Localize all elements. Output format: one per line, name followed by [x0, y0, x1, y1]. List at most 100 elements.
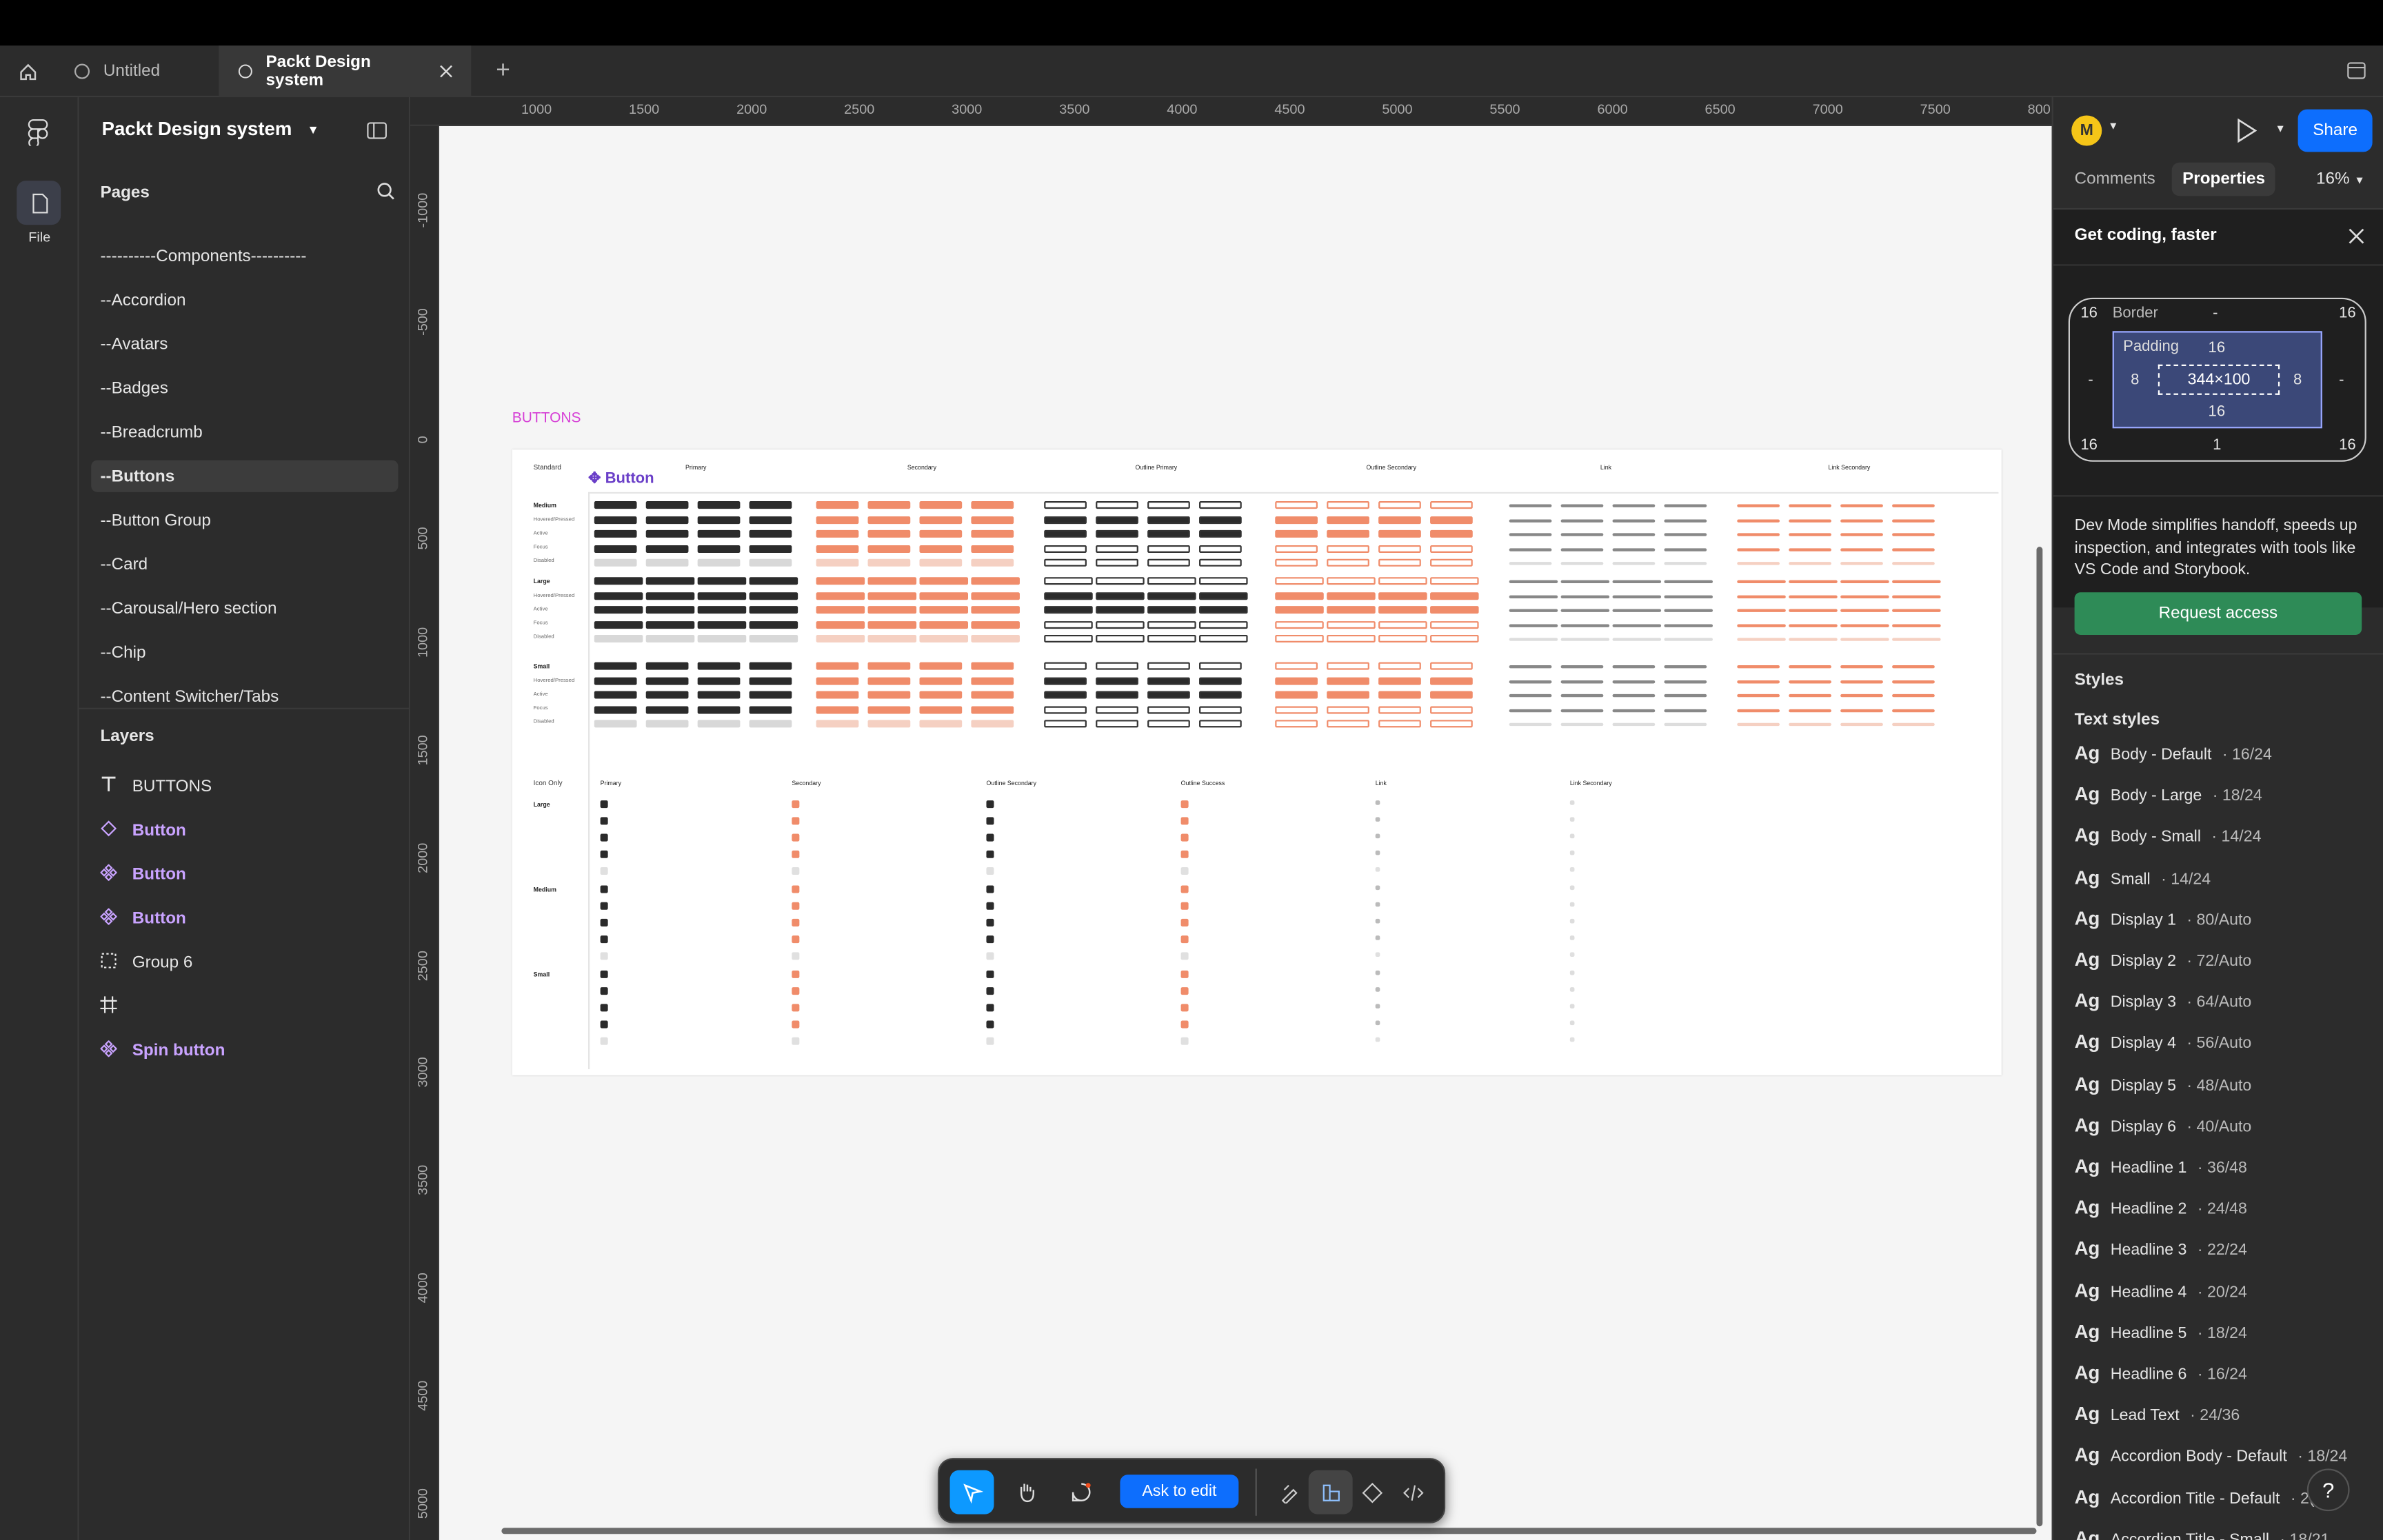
code-icon	[1402, 1484, 1423, 1500]
button-thumbnail	[971, 720, 1014, 728]
layer-item[interactable]: Group 6	[91, 946, 398, 980]
home-tab[interactable]	[0, 45, 54, 97]
tab-packt-design-system[interactable]: Packt Design system	[219, 45, 472, 98]
icon-button-thumbnail	[986, 833, 994, 842]
button-thumbnail	[1430, 501, 1473, 509]
icon-button-thumbnail	[600, 1020, 608, 1029]
text-style-item[interactable]: Ag Body - Small · 14/24	[2075, 825, 2262, 847]
page-item[interactable]: --Card	[91, 548, 398, 580]
page-item[interactable]: --Badges	[91, 372, 398, 404]
text-style-item[interactable]: Ag Accordion Body - Default · 18/24	[2075, 1445, 2348, 1466]
text-style-item[interactable]: Ag Display 5 · 48/Auto	[2075, 1073, 2252, 1095]
code-button[interactable]	[1391, 1470, 1435, 1514]
hand-tool-button[interactable]	[1005, 1470, 1049, 1514]
vertical-scrollbar[interactable]	[2036, 547, 2043, 1527]
page-item[interactable]: --Breadcrumb	[91, 416, 398, 448]
text-style-item[interactable]: Ag Headline 2 · 24/48	[2075, 1197, 2247, 1219]
layer-item[interactable]: Button	[91, 902, 398, 935]
layer-item[interactable]: BUTTONS	[91, 770, 398, 803]
new-tab-button[interactable]: +	[483, 45, 523, 97]
horizontal-scrollbar[interactable]	[501, 1528, 2037, 1534]
button-thumbnail	[1892, 533, 1935, 536]
layer-item[interactable]	[91, 990, 398, 1023]
page-item[interactable]: --Chip	[91, 636, 398, 668]
text-style-item[interactable]: Ag Body - Default · 16/24	[2075, 742, 2272, 764]
text-style-item[interactable]: Ag Headline 1 · 36/48	[2075, 1156, 2247, 1177]
text-style-item[interactable]: Ag Accordion Title - Small · 18/21	[2075, 1528, 2330, 1540]
figma-logo-icon[interactable]	[28, 119, 49, 146]
search-icon[interactable]	[377, 182, 395, 200]
layer-item[interactable]: Spin button	[91, 1034, 398, 1067]
page-item[interactable]: --Avatars	[91, 328, 398, 360]
text-style-item[interactable]: Ag Headline 3 · 22/24	[2075, 1238, 2247, 1259]
text-style-item[interactable]: Ag Display 6 · 40/Auto	[2075, 1115, 2252, 1136]
button-thumbnail	[1378, 606, 1427, 614]
button-thumbnail	[1612, 504, 1656, 507]
page-item[interactable]: --Accordion	[91, 284, 398, 316]
button-thumbnail	[1147, 577, 1196, 585]
grid-line	[587, 492, 590, 1070]
style-name: Display 6	[2110, 1117, 2176, 1136]
text-style-item[interactable]: Ag Display 4 · 56/Auto	[2075, 1032, 2252, 1053]
text-style-item[interactable]: Ag Accordion Title - Default · 2(	[2075, 1486, 2315, 1508]
comment-tool-button[interactable]	[1059, 1470, 1103, 1514]
page-item[interactable]: --Button Group	[91, 504, 398, 536]
text-style-item[interactable]: Ag Display 1 · 80/Auto	[2075, 908, 2252, 929]
button-thumbnail	[1378, 676, 1421, 685]
button-thumbnail	[1560, 562, 1604, 565]
layer-item[interactable]: Button	[91, 814, 398, 847]
tab-properties[interactable]: Properties	[2171, 162, 2276, 196]
file-button[interactable]	[17, 181, 61, 225]
measure-button[interactable]	[1308, 1470, 1353, 1514]
button-thumbnail	[816, 544, 859, 552]
panel-toggle-icon[interactable]	[366, 121, 388, 139]
annotate-button[interactable]	[1267, 1470, 1311, 1514]
share-button[interactable]: Share	[2297, 109, 2373, 152]
icon-button-thumbnail	[600, 1037, 608, 1045]
text-style-item[interactable]: Ag Headline 5 · 18/24	[2075, 1321, 2247, 1342]
button-thumbnail	[816, 529, 859, 538]
ask-to-edit-button[interactable]: Ask to edit	[1120, 1475, 1239, 1508]
close-icon[interactable]	[2348, 227, 2364, 244]
layer-item[interactable]: Button	[91, 858, 398, 891]
tab-comments[interactable]: Comments	[2075, 170, 2155, 188]
text-style-item[interactable]: Ag Display 3 · 64/Auto	[2075, 991, 2252, 1012]
text-style-item[interactable]: Ag Lead Text · 24/36	[2075, 1404, 2240, 1425]
icon-button-thumbnail	[1180, 833, 1189, 842]
chevron-down-icon[interactable]: ▼	[2275, 125, 2286, 135]
page-item[interactable]: ----------Components----------	[91, 240, 398, 272]
help-button[interactable]: ?	[2306, 1468, 2350, 1512]
style-meta: · 14/24	[2161, 869, 2211, 888]
components-button[interactable]	[1349, 1470, 1394, 1514]
button-thumbnail	[816, 591, 865, 600]
close-icon[interactable]	[439, 64, 453, 79]
page-item[interactable]: --Carousal/Hero section	[91, 592, 398, 624]
sidebar-toggle-icon[interactable]	[2346, 61, 2366, 81]
file-title-button[interactable]: Packt Design system ▼	[102, 119, 319, 140]
text-style-item[interactable]: Ag Display 2 · 72/Auto	[2075, 949, 2252, 971]
button-thumbnail	[645, 705, 689, 713]
button-thumbnail	[1199, 620, 1248, 629]
frame-label[interactable]: BUTTONS	[512, 410, 581, 427]
chevron-down-icon[interactable]: ▼	[2108, 121, 2118, 132]
icon-button-thumbnail	[792, 987, 800, 995]
group-icon	[100, 952, 117, 973]
button-thumbnail	[1327, 606, 1376, 614]
button-thumbnail	[1378, 501, 1421, 509]
play-icon[interactable]	[2235, 118, 2258, 143]
text-style-item[interactable]: Ag Body - Large · 18/24	[2075, 784, 2262, 805]
avatar[interactable]: M	[2071, 115, 2102, 146]
buttons-frame[interactable]: ✥ Button Standard Icon Only Primary Secon…	[512, 449, 2002, 1075]
text-style-item[interactable]: Ag Small · 14/24	[2075, 867, 2211, 888]
page-item[interactable]: --Buttons	[91, 460, 399, 492]
move-tool-button[interactable]	[949, 1470, 994, 1514]
style-name: Accordion Body - Default	[2110, 1448, 2287, 1466]
icon-button-thumbnail	[1180, 1037, 1189, 1045]
request-access-button[interactable]: Request access	[2074, 592, 2362, 635]
zoom-dropdown[interactable]: 16% ▼	[2316, 170, 2365, 188]
text-style-item[interactable]: Ag Headline 4 · 20/24	[2075, 1279, 2247, 1301]
text-style-item[interactable]: Ag Headline 6 · 16/24	[2075, 1362, 2247, 1384]
button-thumbnail	[1737, 708, 1780, 712]
tab-untitled[interactable]: Untitled	[54, 45, 219, 97]
button-thumbnail	[867, 606, 917, 614]
